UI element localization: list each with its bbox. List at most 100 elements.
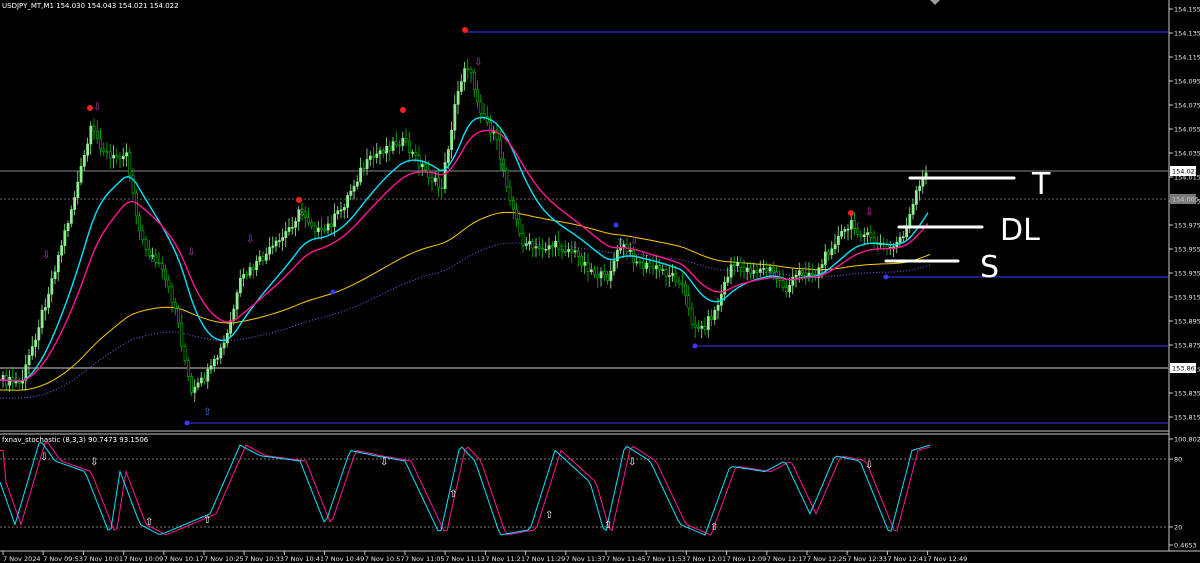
candle-body: [437, 177, 441, 188]
candle-body: [271, 245, 275, 248]
candle-body: [190, 376, 194, 393]
candle-body: [310, 221, 314, 227]
candle-body: [281, 237, 285, 241]
candle-body: [287, 227, 291, 232]
candle-body: [752, 270, 756, 274]
time-tick-label: 7 Nov 10:17: [164, 555, 204, 563]
candle-body: [160, 263, 164, 270]
candle-body: [508, 186, 512, 201]
candle-body: [823, 251, 827, 265]
price-tick-label: 154.075: [1174, 102, 1200, 110]
time-tick-label: 7 Nov 2024: [3, 555, 41, 563]
stoch-up-arrow-icon: ⇧: [449, 489, 457, 500]
sell-dot-icon: [462, 27, 468, 33]
candle-body: [232, 308, 236, 321]
down-arrow-icon: ⇩: [246, 234, 254, 245]
price-tick-label: 154.035: [1174, 150, 1200, 158]
candle-body: [268, 247, 272, 255]
candle-body: [92, 125, 96, 132]
candle-body: [687, 295, 691, 309]
candle-body: [440, 187, 444, 189]
candle-body: [193, 386, 197, 393]
candle-body: [703, 325, 707, 330]
candle-body: [238, 277, 242, 294]
candle-body: [635, 261, 639, 264]
candle-body: [316, 227, 320, 233]
time-tick-label: 7 Nov 11:13: [445, 555, 485, 563]
candle-body: [745, 267, 749, 272]
candle-body: [791, 276, 795, 286]
candle-body: [394, 141, 398, 146]
candle-body: [846, 228, 850, 231]
candle-body: [869, 232, 873, 238]
candle-body: [180, 322, 184, 347]
up-arrow-icon: ⇧: [148, 254, 156, 265]
down-arrow-icon: ⇩: [93, 102, 101, 113]
candle-body: [820, 264, 824, 269]
candle-body: [570, 249, 574, 253]
candle-body: [30, 346, 34, 356]
candle-body: [586, 261, 590, 273]
candle-body: [307, 217, 311, 223]
stoch-down-arrow-icon: ⇩: [380, 457, 388, 468]
up-arrow-icon: ⇧: [616, 237, 624, 248]
up-arrow-icon: ⇧: [203, 407, 211, 418]
time-tick-label: 7 Nov 12:33: [847, 555, 887, 563]
candle-body: [365, 159, 369, 169]
candle-body: [697, 326, 701, 329]
time-tick-label: 7 Nov 12:09: [727, 555, 767, 563]
candle-body: [706, 316, 710, 330]
candle-body: [56, 254, 60, 273]
time-tick-label: 7 Nov 10:33: [244, 555, 284, 563]
candle-body: [463, 68, 467, 83]
candle-body: [170, 286, 174, 303]
candle-body: [115, 155, 119, 158]
candle-body: [69, 209, 73, 224]
candle-body: [66, 223, 70, 232]
candle-body: [547, 245, 551, 250]
sell-dot-icon: [400, 107, 406, 113]
candle-body: [726, 276, 730, 283]
candle-body: [404, 137, 408, 142]
candle-body: [511, 200, 515, 210]
candle-body: [651, 266, 655, 270]
candle-body: [758, 268, 762, 273]
dl-label: DL: [1000, 213, 1040, 248]
price-chart[interactable]: ⇩ ⇩ ⇩ ⇩ ⇩ ⇩ ⇩ ⇩ ⇧ ⇧ ⇧ ⇧ ⇩ ⇩ ⇩ ⇩ ⇩ ⇧ ⇧ ⇧ ⇧ ⇧ ⇧ 154.155 154.135 1…: [0, 0, 1200, 563]
candle-body: [433, 177, 437, 182]
candle-body: [121, 155, 125, 160]
candle-body: [807, 272, 811, 277]
candle-body: [242, 274, 246, 279]
symbol-info: USDJPY_MT,M1 154.030 154.043 154.021 154…: [2, 2, 179, 10]
candle-body: [573, 250, 577, 253]
candle-body: [804, 272, 808, 277]
up-arrow-icon: ⇧: [498, 162, 506, 173]
candle-body: [274, 240, 278, 247]
candle-body: [479, 101, 483, 114]
stoch-tick-label: 80: [1174, 456, 1182, 464]
price-tick-label: 153.935: [1174, 270, 1200, 278]
candle-body: [43, 307, 47, 311]
candle-body: [524, 243, 528, 246]
candle-body: [336, 210, 340, 215]
price-tick-label: 153.915: [1174, 294, 1200, 302]
candle-body: [118, 156, 122, 160]
candle-body: [784, 287, 788, 293]
candle-body: [27, 355, 31, 365]
time-tick-label: 7 Nov 10:01: [83, 555, 123, 563]
time-tick-label: 7 Nov 11:53: [646, 555, 686, 563]
candle-body: [219, 347, 223, 359]
candle-body: [531, 241, 535, 249]
candle-body: [658, 265, 662, 271]
stoch-up-arrow-icon: ⇧: [203, 515, 211, 526]
candle-body: [911, 204, 915, 215]
sell-dot-icon: [296, 197, 302, 203]
candle-body: [82, 155, 86, 167]
price-tick-label: 153.975: [1174, 222, 1200, 230]
candle-body: [63, 230, 67, 246]
candle-body: [645, 262, 649, 269]
stoch-tick-label: 100.8022: [1174, 436, 1200, 444]
candle-body: [235, 292, 239, 310]
candle-body: [229, 320, 233, 334]
candle-body: [453, 104, 457, 131]
